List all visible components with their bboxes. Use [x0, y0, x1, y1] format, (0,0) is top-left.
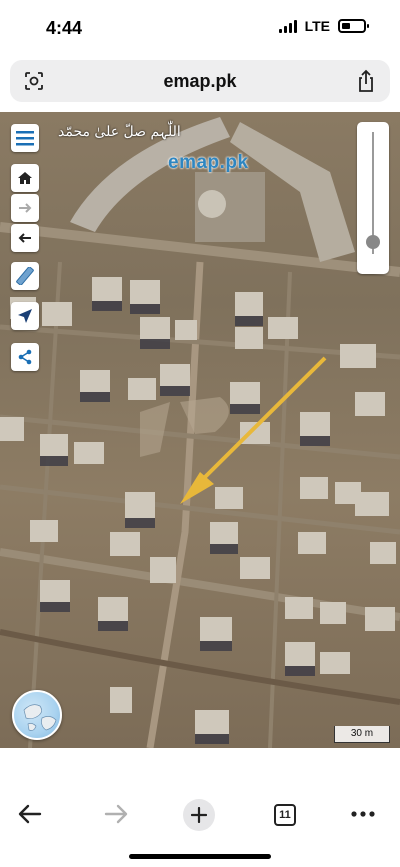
forward-icon[interactable]: [102, 802, 130, 826]
status-bar: 4:44 LTE: [0, 0, 400, 56]
ruler-icon: [16, 267, 34, 285]
zoom-knob[interactable]: [366, 234, 380, 249]
home-indicator: [129, 854, 271, 859]
arrow-right-icon: [19, 203, 32, 213]
menu-button[interactable]: [11, 124, 39, 152]
back-icon[interactable]: [16, 802, 44, 826]
new-tab-button[interactable]: [183, 799, 215, 831]
back-button[interactable]: [11, 224, 39, 252]
address-bar[interactable]: emap.pk: [10, 60, 390, 102]
signal-icon: [278, 19, 297, 33]
more-icon[interactable]: [350, 804, 376, 824]
map-calligraphy: اللّٰہم صلّ علیٰ محمّد: [58, 124, 181, 140]
satellite-map[interactable]: اللّٰہم صلّ علیٰ محمّد emap.pk 30 m: [0, 112, 400, 748]
map-imagery[interactable]: [0, 112, 400, 748]
network-label: LTE: [304, 18, 330, 34]
arrow-left-icon: [18, 233, 31, 243]
locate-icon: [18, 309, 32, 323]
map-scale: 30 m: [334, 726, 390, 743]
share-map-button[interactable]: [11, 343, 39, 371]
locate-button[interactable]: [11, 302, 39, 330]
measure-button[interactable]: [11, 262, 39, 290]
globe-icon[interactable]: [12, 690, 62, 740]
forward-button[interactable]: [11, 194, 39, 222]
battery-icon: [338, 19, 369, 33]
share-nodes-icon: [18, 349, 32, 365]
zoom-slider[interactable]: [357, 122, 389, 274]
home-button[interactable]: [11, 164, 39, 192]
share-icon[interactable]: [356, 69, 376, 93]
plus-icon: [191, 807, 207, 823]
status-right: LTE: [278, 18, 369, 34]
status-time: 4:44: [46, 18, 83, 38]
home-icon: [18, 172, 32, 184]
url-text[interactable]: emap.pk: [10, 71, 390, 92]
menu-icon: [16, 131, 34, 146]
emap-logo: emap.pk: [168, 152, 249, 173]
tabs-icon[interactable]: 11: [274, 804, 296, 826]
